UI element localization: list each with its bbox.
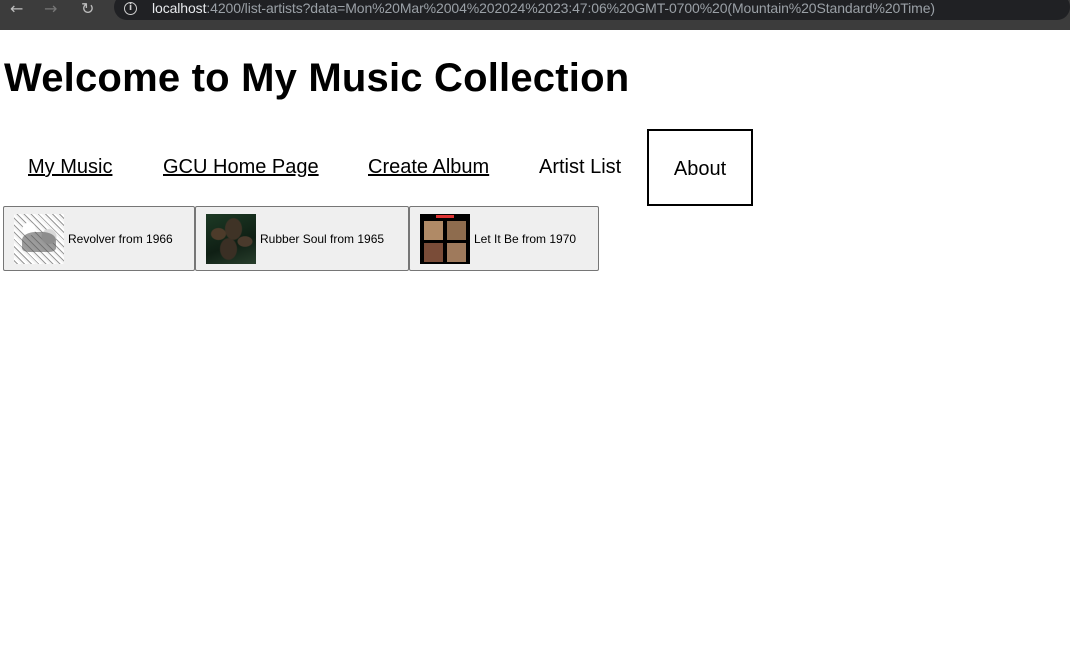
album-label: Let It Be from 1970 <box>474 231 577 246</box>
site-info-icon[interactable]: i <box>124 2 137 15</box>
album-label: Rubber Soul from 1965 <box>260 231 385 246</box>
album-cover-image <box>14 213 64 264</box>
album-cover-image <box>420 213 470 264</box>
browser-toolbar: ← → ↻ i localhost:4200/list-artists?data… <box>0 0 1070 30</box>
album-button-let-it-be[interactable]: Let It Be from 1970 <box>409 206 599 271</box>
album-button-revolver[interactable]: Revolver from 1966 <box>3 206 195 271</box>
page-title: Welcome to My Music Collection <box>4 56 630 100</box>
album-cover-image <box>206 213 256 264</box>
reload-icon[interactable]: ↻ <box>81 1 94 17</box>
menu-button-about[interactable]: About <box>647 129 753 206</box>
album-button-rubber-soul[interactable]: Rubber Soul from 1965 <box>195 206 409 271</box>
url-host: localhost <box>152 0 207 16</box>
forward-arrow-icon[interactable]: → <box>44 1 57 17</box>
address-bar[interactable]: i localhost:4200/list-artists?data=Mon%2… <box>114 0 1070 20</box>
menu-item-artist-list[interactable]: Artist List <box>539 129 621 206</box>
url-path: :4200/list-artists?data=Mon%20Mar%2004%2… <box>206 0 935 16</box>
menu-link-create-album[interactable]: Create Album <box>368 129 489 206</box>
menu-link-gcu-home-page[interactable]: GCU Home Page <box>163 129 319 206</box>
address-bar-url[interactable]: localhost:4200/list-artists?data=Mon%20M… <box>152 0 935 16</box>
menu-link-my-music[interactable]: My Music <box>28 129 112 206</box>
album-label: Revolver from 1966 <box>68 231 173 246</box>
back-arrow-icon[interactable]: ← <box>10 1 23 17</box>
